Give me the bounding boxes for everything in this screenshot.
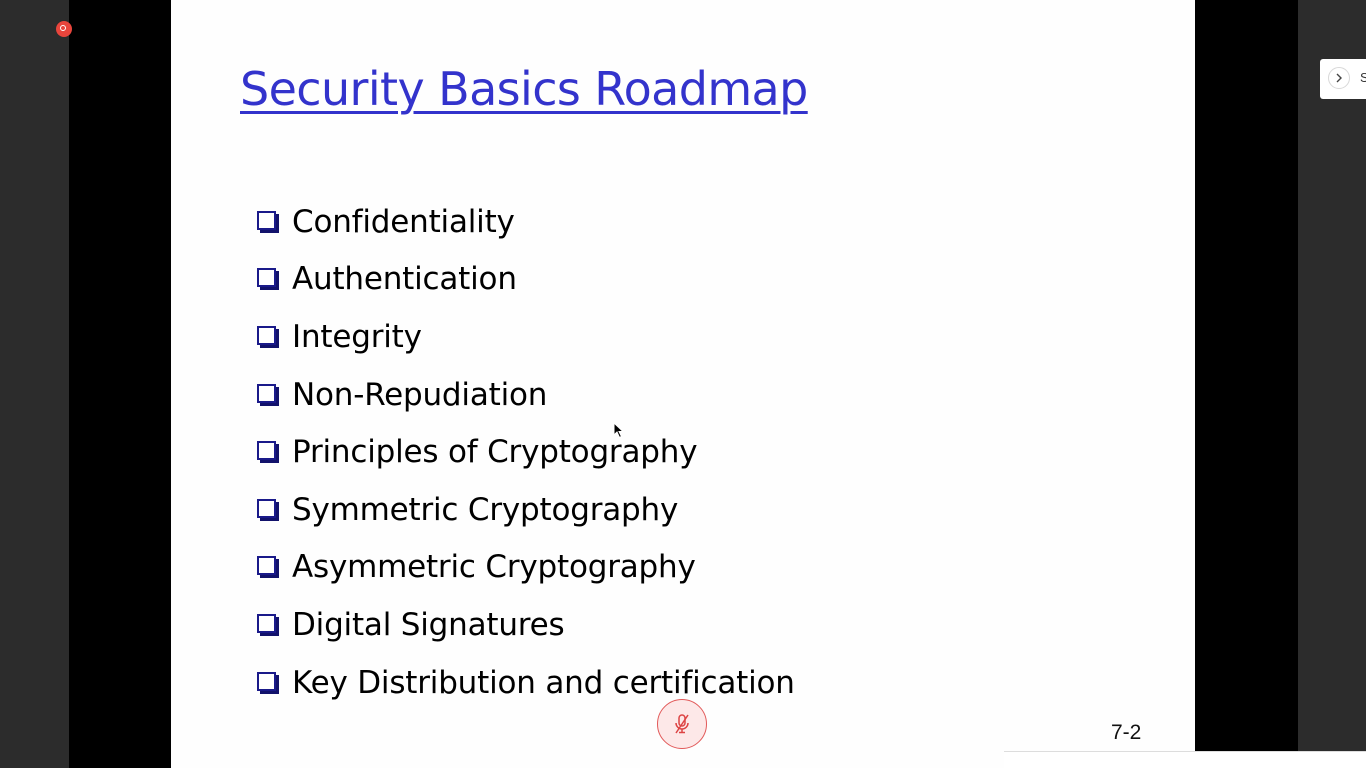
bullet-item: Principles of Cryptography [257, 423, 795, 481]
bullet-item: Digital Signatures [257, 596, 795, 654]
expand-panel-button[interactable] [1328, 67, 1350, 89]
square-bullet-icon [257, 383, 279, 406]
bullet-list: Confidentiality Authentication Integrity… [257, 193, 795, 711]
chevron-right-icon [1336, 73, 1342, 83]
bullet-item: Asymmetric Cryptography [257, 539, 795, 597]
slide-title: Security Basics Roadmap [240, 62, 808, 116]
presentation-slide: Security Basics Roadmap Confidentiality … [171, 0, 1195, 768]
bullet-text: Integrity [292, 318, 422, 355]
right-letterbox [1195, 0, 1298, 768]
bullet-item: Symmetric Cryptography [257, 481, 795, 539]
bullet-text: Authentication [292, 261, 517, 298]
bullet-text: Asymmetric Cryptography [292, 549, 696, 586]
side-panel-label: S [1360, 70, 1366, 85]
bottom-bar [1004, 751, 1366, 768]
left-letterbox [69, 0, 171, 768]
bullet-text: Non-Repudiation [292, 376, 548, 413]
bullet-item: Confidentiality [257, 193, 795, 251]
square-bullet-icon [257, 671, 279, 694]
microphone-muted-icon [675, 714, 689, 734]
left-panel [0, 0, 69, 768]
slide-number: 7-2 [1111, 721, 1142, 744]
bullet-text: Digital Signatures [292, 606, 565, 643]
recording-indicator-icon[interactable] [56, 21, 72, 37]
square-bullet-icon [257, 556, 279, 579]
bullet-text: Confidentiality [292, 203, 515, 240]
mouse-pointer-icon [613, 422, 624, 439]
square-bullet-icon [257, 210, 279, 233]
square-bullet-icon [257, 498, 279, 521]
bullet-item: Integrity [257, 308, 795, 366]
side-panel-tab[interactable]: S [1320, 59, 1366, 99]
square-bullet-icon [257, 613, 279, 636]
right-panel [1298, 0, 1366, 768]
square-bullet-icon [257, 441, 279, 464]
bullet-item: Key Distribution and certification [257, 654, 795, 712]
bullet-text: Symmetric Cryptography [292, 491, 679, 528]
bullet-item: Authentication [257, 251, 795, 309]
square-bullet-icon [257, 268, 279, 291]
bullet-text: Key Distribution and certification [292, 664, 795, 701]
mute-button[interactable] [657, 699, 707, 749]
square-bullet-icon [257, 325, 279, 348]
bullet-text: Principles of Cryptography [292, 434, 698, 471]
bullet-item: Non-Repudiation [257, 366, 795, 424]
